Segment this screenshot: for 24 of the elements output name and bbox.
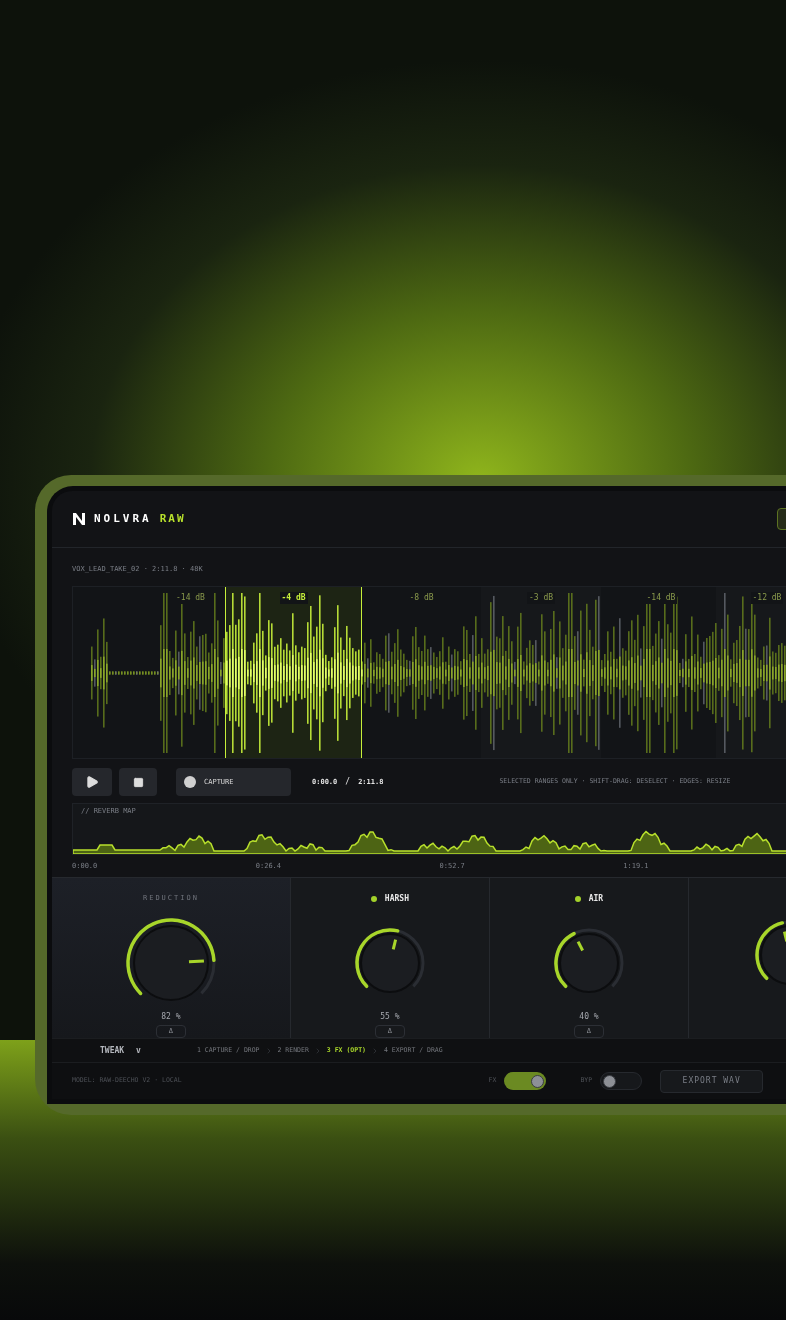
db-label: -14 dB	[174, 592, 207, 604]
app-name: NOLVRA	[94, 510, 152, 527]
db-label: -14 dB	[644, 592, 678, 604]
time-separator: /	[345, 776, 351, 788]
toggle-switch[interactable]	[504, 1072, 547, 1090]
stop-button[interactable]	[119, 768, 157, 796]
stop-icon	[132, 776, 144, 788]
export-button[interactable]: EXPORT WAV	[660, 1069, 764, 1093]
toggle-switch[interactable]	[600, 1072, 643, 1090]
play-button[interactable]	[72, 768, 112, 796]
db-label: -12 dB	[750, 592, 784, 604]
play-icon	[85, 775, 99, 789]
knob-value: 40 %	[579, 1011, 599, 1024]
record-icon	[184, 776, 196, 788]
db-label: -3 dB	[527, 592, 556, 604]
knob-label: AIR	[588, 892, 604, 905]
logo-icon	[72, 512, 86, 526]
knob-value: 82 %	[161, 1011, 181, 1024]
tweak-dropdown[interactable]: TWEAK v	[100, 1044, 141, 1057]
knob-label: HARSH	[384, 892, 409, 905]
chevron-icon	[371, 1046, 379, 1055]
db-label: -4 dB	[279, 592, 308, 604]
knob-value: 55 %	[380, 1011, 400, 1024]
app-name-accent: RAW	[159, 510, 186, 527]
